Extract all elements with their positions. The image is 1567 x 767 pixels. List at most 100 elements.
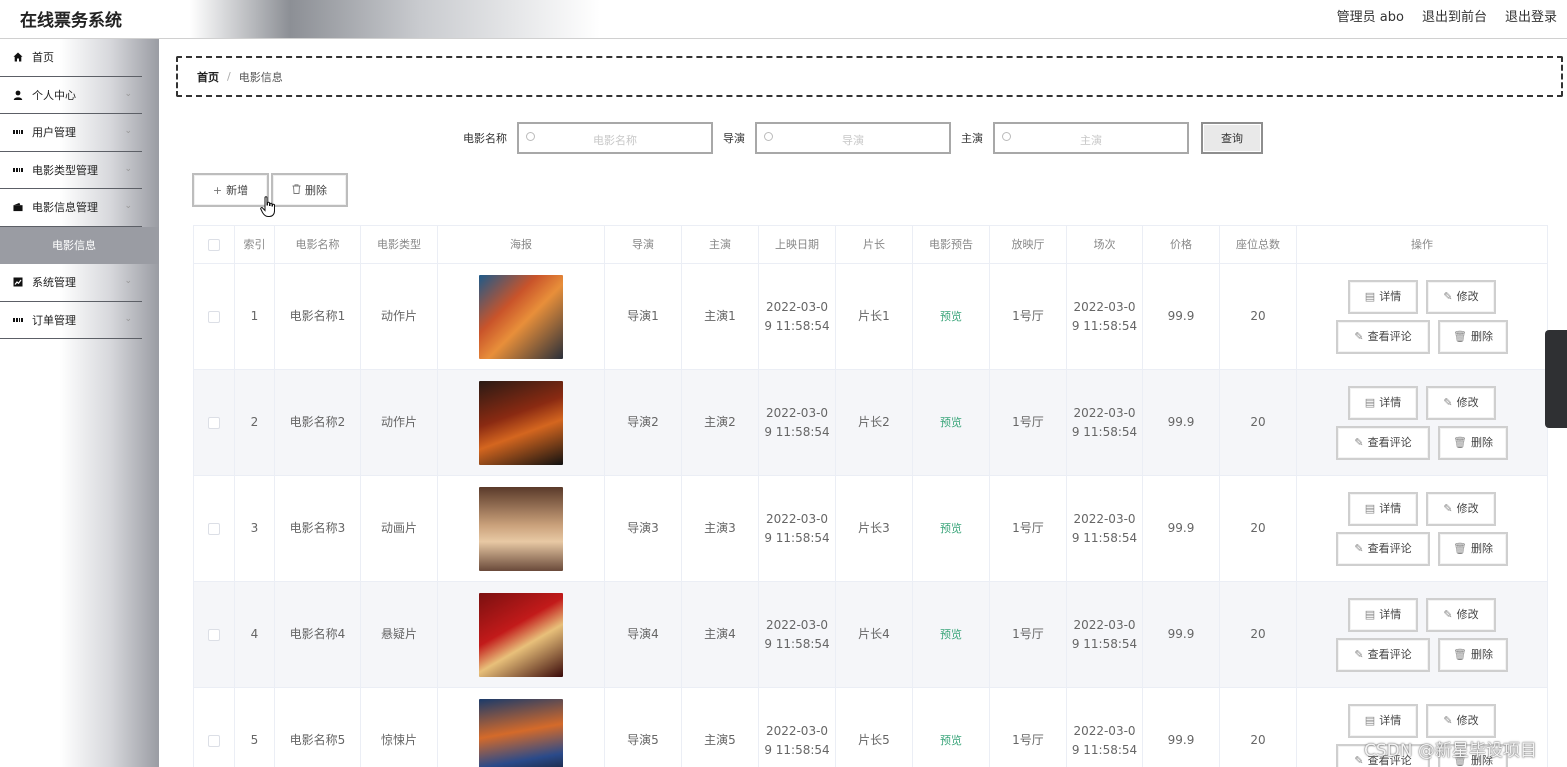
view-comments-button[interactable]: ✎ 查看评论 <box>1336 425 1430 460</box>
actor-input[interactable]: 主演 <box>993 122 1189 154</box>
chevron-down-icon: ⌄ <box>124 88 132 99</box>
cell-poster <box>438 476 605 581</box>
row-checkbox[interactable] <box>208 416 220 429</box>
sidebar-item-movie-type-management[interactable]: 电影类型管理 ⌄ <box>0 152 142 189</box>
delete-button[interactable]: 🗑 删除 <box>1438 425 1508 460</box>
detail-label: 详情 <box>1379 396 1402 409</box>
trailer-preview-link[interactable]: 预览 <box>940 413 962 432</box>
sidebar-item-personal-center[interactable]: 个人中心 ⌄ <box>0 77 142 114</box>
row-checkbox[interactable] <box>208 628 220 641</box>
cell-actor: 主演2 <box>682 370 759 475</box>
detail-button[interactable]: ▤ 详情 <box>1348 385 1418 420</box>
cell-hall: 1号厅 <box>990 370 1067 475</box>
cell-index: 5 <box>235 688 275 767</box>
session-line1: 2022-03-0 <box>1073 405 1136 420</box>
director-input[interactable]: 导演 <box>755 122 951 154</box>
sidebar-subitem-movie-info[interactable]: 电影信息 <box>0 226 159 264</box>
query-button[interactable]: 查询 <box>1201 122 1263 154</box>
header-cell: 主演 <box>682 226 759 263</box>
cell-hall: 1号厅 <box>990 264 1067 369</box>
row-checkbox[interactable] <box>208 310 220 323</box>
release-date-line1: 2022-03-0 <box>765 511 829 526</box>
row-checkbox-cell <box>194 582 235 687</box>
header-cell: 电影名称 <box>275 226 361 263</box>
cell-poster <box>438 370 605 475</box>
delete-button[interactable]: 🗑 删除 <box>1438 637 1508 672</box>
side-collapse-tab[interactable] <box>1545 330 1567 428</box>
cell-price: 99.9 <box>1143 264 1220 369</box>
delete-button[interactable]: 🗑 删除 <box>1438 319 1508 354</box>
edit-button[interactable]: ✎ 修改 <box>1426 385 1496 420</box>
home-icon <box>13 52 23 62</box>
session-line1: 2022-03-0 <box>1073 299 1136 314</box>
view-comments-button[interactable]: ✎ 查看评论 <box>1336 637 1430 672</box>
row-checkbox[interactable] <box>208 734 220 747</box>
header-cell: 场次 <box>1067 226 1143 263</box>
detail-button[interactable]: ▤ 详情 <box>1348 491 1418 526</box>
edit-button[interactable]: ✎ 修改 <box>1426 597 1496 632</box>
table-row: 2 电影名称2 动作片 导演2 主演2 2022-03-0 9 11:58:54 … <box>194 370 1548 476</box>
row-checkbox[interactable] <box>208 522 220 535</box>
trailer-preview-link[interactable]: 预览 <box>940 519 962 538</box>
cell-actor: 主演1 <box>682 264 759 369</box>
cell-release-date: 2022-03-0 9 11:58:54 <box>759 476 836 581</box>
cell-name: 电影名称4 <box>275 582 361 687</box>
delete-label: 删除 <box>1470 542 1493 555</box>
select-all-checkbox[interactable] <box>208 238 220 251</box>
edit-label: 修改 <box>1456 502 1479 515</box>
cell-director: 导演1 <box>605 264 682 369</box>
add-button[interactable]: + 新增 <box>192 173 269 207</box>
pencil-icon: ✎ <box>1354 542 1364 555</box>
logout-link[interactable]: 退出登录 <box>1505 6 1557 25</box>
sidebar-item-movie-info-management[interactable]: 电影信息管理 ⌄ <box>0 189 142 227</box>
detail-button[interactable]: ▤ 详情 <box>1348 279 1418 314</box>
sidebar-item-order-management[interactable]: 订单管理 ⌄ <box>0 302 142 339</box>
trash-icon: 🗑 <box>1453 542 1467 555</box>
detail-button[interactable]: ▤ 详情 <box>1348 703 1418 738</box>
grid-icon <box>13 315 23 325</box>
release-date-line1: 2022-03-0 <box>765 617 829 632</box>
sidebar-item-system-management[interactable]: 系统管理 ⌄ <box>0 264 142 302</box>
header-cell: 片长 <box>836 226 913 263</box>
session-line2: 9 11:58:54 <box>1071 318 1138 333</box>
detail-button[interactable]: ▤ 详情 <box>1348 597 1418 632</box>
cell-release-date: 2022-03-0 9 11:58:54 <box>759 264 836 369</box>
cell-seats: 20 <box>1220 688 1297 767</box>
breadcrumb-home[interactable]: 首页 <box>197 69 219 85</box>
cell-trailer: 预览 <box>913 264 990 369</box>
release-date-line2: 9 11:58:54 <box>764 636 830 651</box>
detail-label: 详情 <box>1379 608 1402 621</box>
trailer-preview-link[interactable]: 预览 <box>940 731 962 750</box>
delete-button[interactable]: 🗑 删除 <box>1438 531 1508 566</box>
chevron-down-icon: ⌄ <box>124 201 132 211</box>
pencil-icon: ✎ <box>1443 396 1453 409</box>
grid-icon <box>13 165 23 175</box>
header-cell: 电影预告 <box>913 226 990 263</box>
movie-name-input[interactable]: 电影名称 <box>517 122 713 154</box>
sidebar-item-home[interactable]: 首页 <box>0 39 142 77</box>
edit-label: 修改 <box>1456 290 1479 303</box>
cell-session: 2022-03-0 9 11:58:54 <box>1067 582 1143 687</box>
batch-delete-button[interactable]: 删除 <box>271 173 348 207</box>
to-front-link[interactable]: 退出到前台 <box>1422 6 1487 25</box>
chart-icon <box>13 277 23 287</box>
table-row: 1 电影名称1 动作片 导演1 主演1 2022-03-0 9 11:58:54 … <box>194 264 1548 370</box>
sidebar-item-user-management[interactable]: 用户管理 ⌄ <box>0 114 142 152</box>
cell-hall: 1号厅 <box>990 476 1067 581</box>
edit-button[interactable]: ✎ 修改 <box>1426 491 1496 526</box>
pencil-icon: ✎ <box>1354 330 1364 343</box>
movie-poster-image <box>479 274 563 359</box>
trailer-preview-link[interactable]: 预览 <box>940 625 962 644</box>
movie-name-label: 电影名称 <box>463 132 507 145</box>
cell-seats: 20 <box>1220 476 1297 581</box>
trailer-preview-link[interactable]: 预览 <box>940 307 962 326</box>
cell-poster <box>438 264 605 369</box>
edit-button[interactable]: ✎ 修改 <box>1426 703 1496 738</box>
cell-session: 2022-03-0 9 11:58:54 <box>1067 688 1143 767</box>
edit-button[interactable]: ✎ 修改 <box>1426 279 1496 314</box>
table-row: 3 电影名称3 动画片 导演3 主演3 2022-03-0 9 11:58:54 … <box>194 476 1548 582</box>
view-comments-button[interactable]: ✎ 查看评论 <box>1336 319 1430 354</box>
pencil-icon: ✎ <box>1443 608 1453 621</box>
sidebar-item-label: 用户管理 <box>32 126 76 140</box>
view-comments-button[interactable]: ✎ 查看评论 <box>1336 531 1430 566</box>
